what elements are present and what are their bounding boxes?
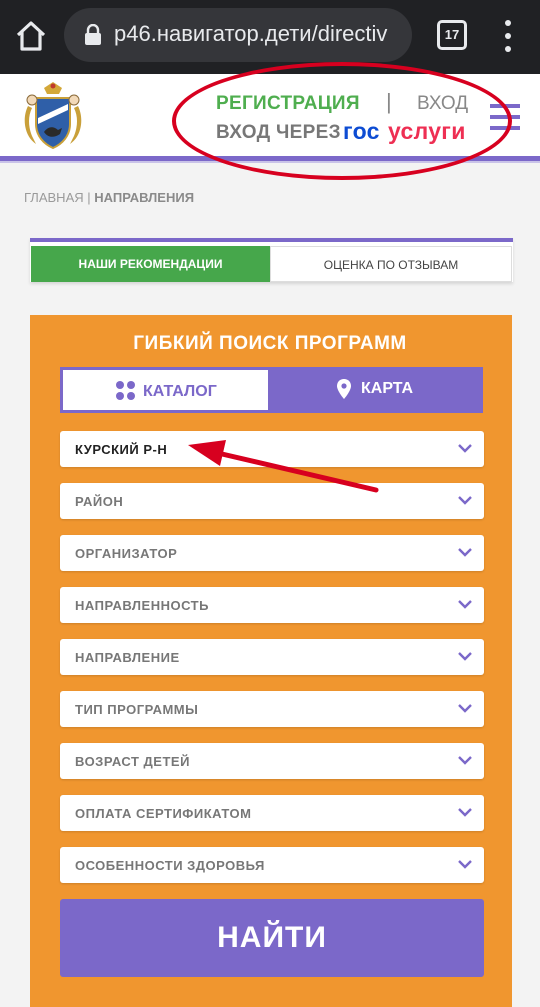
chevron-down-icon — [458, 496, 472, 505]
lock-icon — [85, 24, 101, 45]
find-button[interactable]: НАЙТИ — [60, 899, 484, 977]
filter-select[interactable]: РАЙОН — [60, 483, 484, 519]
chevron-down-icon — [458, 704, 472, 713]
chevron-down-icon — [458, 652, 472, 661]
chevron-down-icon — [458, 600, 472, 609]
header-divider-light — [0, 161, 540, 163]
header-separator: | — [386, 89, 392, 114]
gosuslugi-login-prefix[interactable]: ВХОД ЧЕРЕЗ — [216, 122, 341, 144]
chevron-down-icon — [458, 808, 472, 817]
search-panel-title: ГИБКИЙ ПОИСК ПРОГРАММ — [133, 333, 407, 354]
address-bar[interactable]: p46.навигатор.дети/directiv — [64, 8, 412, 62]
url-text: p46.навигатор.дети/directiv — [114, 21, 388, 46]
filter-select[interactable]: ТИП ПРОГРАММЫ — [60, 691, 484, 727]
register-link[interactable]: РЕГИСТРАЦИЯ — [216, 93, 360, 115]
browser-toolbar: p46.навигатор.дети/directiv 17 — [0, 0, 540, 74]
filter-select-label: ОРГАНИЗАТОР — [75, 546, 178, 561]
filter-select[interactable]: КУРСКИЙ Р-Н — [60, 431, 484, 467]
login-link[interactable]: ВХОД — [417, 93, 468, 115]
chevron-down-icon — [458, 860, 472, 869]
filter-select[interactable]: НАПРАВЛЕННОСТЬ — [60, 587, 484, 623]
tab-reviews[interactable]: ОЦЕНКА ПО ОТЗЫВАМ — [270, 246, 512, 282]
map-label: КАРТА — [361, 380, 414, 397]
filter-select[interactable]: ВОЗРАСТ ДЕТЕЙ — [60, 743, 484, 779]
catalog-label: КАТАЛОГ — [143, 383, 217, 400]
filter-select-label: ОПЛАТА СЕРТИФИКАТОМ — [75, 806, 252, 821]
grid-dots-icon — [116, 381, 136, 401]
breadcrumb-home[interactable]: ГЛАВНАЯ — [24, 190, 84, 205]
map-toggle[interactable]: КАРТА — [271, 367, 483, 413]
chevron-down-icon — [458, 444, 472, 453]
filter-select[interactable]: ОРГАНИЗАТОР — [60, 535, 484, 571]
tab-switcher-button[interactable]: 17 — [437, 20, 467, 50]
breadcrumb-separator: | — [83, 190, 95, 205]
filter-select-label: НАПРАВЛЕНИЕ — [75, 650, 180, 665]
breadcrumb: ГЛАВНАЯ | НАПРАВЛЕНИЯ — [24, 190, 194, 205]
coat-of-arms-logo[interactable] — [22, 80, 84, 152]
filter-select-label: НАПРАВЛЕННОСТЬ — [75, 598, 209, 613]
tab-recommendations[interactable]: НАШИ РЕКОМЕНДАЦИИ — [31, 246, 270, 282]
chevron-down-icon — [458, 756, 472, 765]
breadcrumb-current: НАПРАВЛЕНИЯ — [94, 190, 195, 205]
filter-select[interactable]: ОПЛАТА СЕРТИФИКАТОМ — [60, 795, 484, 831]
filter-select-label: РАЙОН — [75, 494, 124, 509]
filter-select-label: ОСОБЕННОСТИ ЗДОРОВЬЯ — [75, 858, 265, 873]
gosuslugi-logo-part1[interactable]: гос — [343, 118, 380, 145]
recommendation-tabs: НАШИ РЕКОМЕНДАЦИИ ОЦЕНКА ПО ОТЗЫВАМ — [30, 238, 513, 282]
hamburger-menu-icon[interactable] — [490, 104, 520, 134]
filter-select[interactable]: ОСОБЕННОСТИ ЗДОРОВЬЯ — [60, 847, 484, 883]
map-pin-icon — [337, 379, 351, 399]
catalog-toggle[interactable]: КАТАЛОГ — [60, 367, 271, 413]
browser-menu-icon[interactable] — [498, 18, 518, 54]
filter-select-label: ТИП ПРОГРАММЫ — [75, 702, 199, 717]
gosuslugi-logo-part2[interactable]: услуги — [388, 118, 466, 145]
filter-select[interactable]: НАПРАВЛЕНИЕ — [60, 639, 484, 675]
home-icon[interactable] — [14, 19, 48, 53]
chevron-down-icon — [458, 548, 472, 557]
filter-select-label: ВОЗРАСТ ДЕТЕЙ — [75, 754, 190, 769]
filter-select-label: КУРСКИЙ Р-Н — [75, 442, 168, 457]
